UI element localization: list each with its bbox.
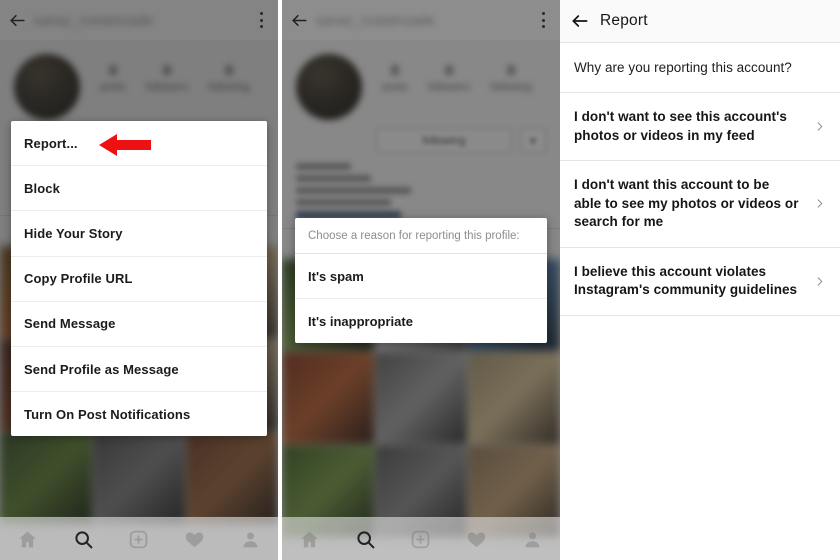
panel-report-screen: Report Why are you reporting this accoun… [560,0,840,560]
report-reason-row[interactable]: I believe this account violates Instagra… [560,247,840,316]
report-question: Why are you reporting this account? [560,43,840,93]
menu-item-hide-your-story[interactable]: Hide Your Story [11,211,267,257]
search-icon[interactable] [56,529,112,550]
dialog-title: Choose a reason for reporting this profi… [295,218,547,254]
chevron-right-icon [806,121,832,132]
menu-item-copy-profile-url[interactable]: Copy Profile URL [11,257,267,302]
dialog-option-inappropriate[interactable]: It's inappropriate [295,299,547,343]
search-icon[interactable] [338,529,394,550]
menu-item-turn-on-post-notifications[interactable]: Turn On Post Notifications [11,392,267,436]
activity-heart-icon[interactable] [167,529,223,550]
chevron-right-icon [806,276,832,287]
report-app-bar: Report [560,0,840,43]
three-panel-screenshot-strip: sanaz_rostamzade 0 posts 0 followers [0,0,840,560]
back-arrow-icon[interactable] [560,0,600,42]
panel-profile-options-menu: sanaz_rostamzade 0 posts 0 followers [0,0,278,560]
menu-item-send-profile-as-message[interactable]: Send Profile as Message [11,347,267,393]
chevron-right-icon [806,198,832,209]
menu-item-block[interactable]: Block [11,166,267,212]
bottom-tab-bar [0,517,278,560]
page-title: Report [600,12,648,29]
profile-person-icon[interactable] [504,529,560,550]
menu-item-send-message[interactable]: Send Message [11,302,267,347]
home-icon[interactable] [0,529,56,550]
profile-person-icon[interactable] [222,529,278,550]
report-reason-row[interactable]: I don't want this account to be able to … [560,161,840,248]
home-icon[interactable] [282,529,338,550]
add-post-icon[interactable] [111,529,167,550]
report-reason-dialog: Choose a reason for reporting this profi… [295,218,547,343]
panel-report-reason-dialog: sanaz_rostamzade 0posts 0followers 0foll… [282,0,560,560]
activity-heart-icon[interactable] [449,529,505,550]
profile-options-menu: Report... Block Hide Your Story Copy Pro… [11,121,267,437]
dialog-option-spam[interactable]: It's spam [295,254,547,299]
left-arrow-annotation-icon [97,131,153,159]
report-reason-label: I don't want this account to be able to … [574,177,799,229]
add-post-icon[interactable] [393,529,449,550]
report-reason-label: I don't want to see this account's photo… [574,109,787,143]
bottom-tab-bar [282,517,560,560]
report-reason-label: I believe this account violates Instagra… [574,263,798,298]
report-reason-row[interactable]: I don't want to see this account's photo… [560,93,840,161]
